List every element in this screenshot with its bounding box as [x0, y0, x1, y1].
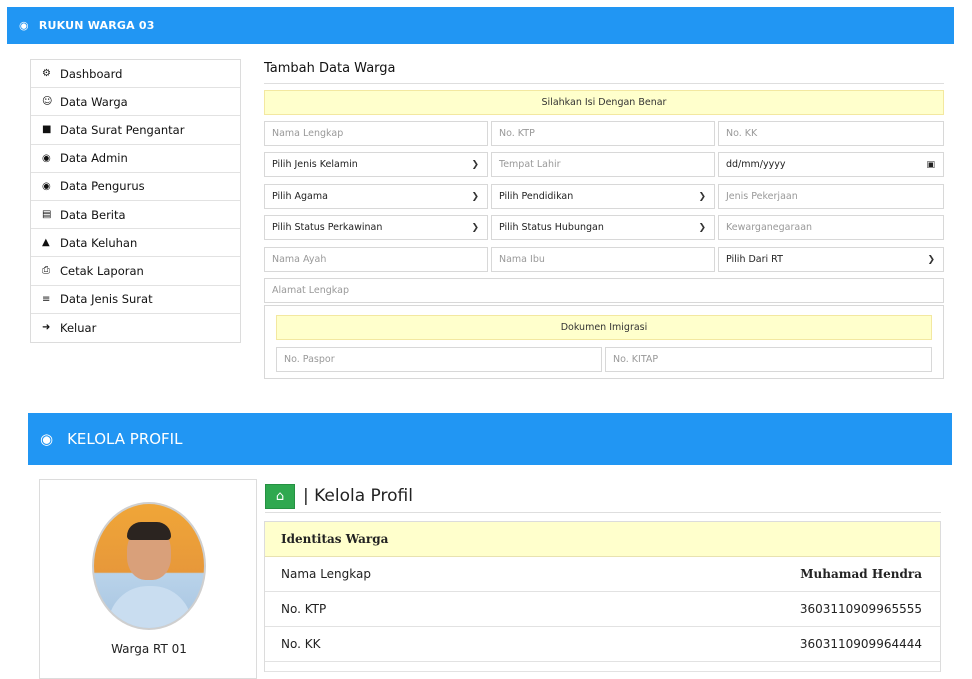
status-hubungan-value: Pilih Status Hubungan — [499, 222, 604, 233]
sidebar-item-data-admin[interactable]: ◉ Data Admin — [31, 145, 240, 173]
sidebar-item-label: Data Jenis Surat — [60, 292, 153, 307]
profile-card: Warga RT 01 — [39, 479, 257, 679]
kelola-profil-title: KELOLA PROFIL — [67, 430, 183, 448]
sidebar: ⚙ Dashboard ☺ Data Warga ■ Data Surat Pe… — [30, 59, 241, 343]
no-kitap-input[interactable]: No. KITAP — [605, 347, 932, 372]
jenis-pekerjaan-input[interactable]: Jenis Pekerjaan — [718, 184, 944, 209]
tempat-lahir-input[interactable]: Tempat Lahir — [491, 152, 715, 177]
chevron-down-icon: ❯ — [927, 254, 935, 265]
sidebar-item-label: Data Pengurus — [60, 179, 145, 194]
chevron-down-icon: ❯ — [471, 159, 479, 170]
sidebar-item-label: Data Berita — [60, 207, 126, 222]
dashboard-icon: ⚙ — [42, 68, 51, 80]
print-icon: ⎙ — [42, 265, 50, 277]
page-title: ⌂ | Kelola Profil — [265, 480, 941, 513]
form-panel: Tambah Data Warga — [264, 59, 944, 84]
user-icon: ☺ — [42, 96, 53, 108]
nama-ayah-input[interactable]: Nama Ayah — [264, 247, 488, 272]
chevron-down-icon: ❯ — [471, 191, 479, 202]
agama-value: Pilih Agama — [272, 191, 328, 202]
calendar-icon[interactable]: ▣ — [926, 160, 935, 170]
home-button[interactable]: ⌂ — [265, 483, 295, 509]
sidebar-item-label: Data Surat Pengantar — [60, 122, 185, 137]
avatar — [92, 502, 206, 630]
dari-rt-value: Pilih Dari RT — [726, 254, 783, 265]
row-label: No. KK — [281, 637, 321, 651]
sidebar-item-data-warga[interactable]: ☺ Data Warga — [31, 88, 240, 117]
chevron-down-icon: ❯ — [698, 191, 706, 202]
status-hubungan-select[interactable]: Pilih Status Hubungan ❯ — [491, 215, 715, 240]
home-icon: ⌂ — [275, 488, 285, 504]
tanggal-lahir-value: dd/mm/yyyy — [726, 159, 786, 170]
sidebar-item-label: Cetak Laporan — [60, 263, 144, 278]
row-value: Muhamad Hendra — [800, 567, 922, 581]
app-title: RUKUN WARGA 03 — [38, 19, 155, 32]
sidebar-item-data-jenis-surat[interactable]: ≡ Data Jenis Surat — [31, 286, 240, 314]
pendidikan-value: Pilih Pendidikan — [499, 191, 574, 202]
user-circle-icon: ◉ — [19, 19, 29, 32]
row-label: Nama Lengkap — [281, 567, 371, 581]
user-circle-icon: ◉ — [42, 152, 51, 164]
status-perkawinan-value: Pilih Status Perkawinan — [272, 222, 383, 233]
kewarganegaraan-input[interactable]: Kewarganegaraan — [718, 215, 944, 240]
sidebar-item-label: Keluar — [60, 320, 97, 335]
dari-rt-select[interactable]: Pilih Dari RT ❯ — [718, 247, 944, 272]
sidebar-item-data-berita[interactable]: ▤ Data Berita — [31, 201, 240, 230]
sidebar-item-label: Data Keluhan — [60, 235, 138, 250]
nama-lengkap-input[interactable]: Nama Lengkap — [264, 121, 488, 146]
sidebar-item-dashboard[interactable]: ⚙ Dashboard — [31, 60, 240, 89]
form-notice: Silahkan Isi Dengan Benar — [264, 90, 944, 115]
pendidikan-select[interactable]: Pilih Pendidikan ❯ — [491, 184, 715, 209]
page-title-text: | Kelola Profil — [303, 486, 413, 506]
role-label: Warga RT 01 — [111, 642, 187, 656]
user-circle-icon: ◉ — [40, 430, 54, 448]
row-value: 3603110909964444 — [799, 637, 922, 651]
tanggal-lahir-input[interactable]: dd/mm/yyyy ▣ — [718, 152, 944, 177]
no-paspor-input[interactable]: No. Paspor — [276, 347, 602, 372]
top-bar: ◉ RUKUN WARGA 03 — [7, 7, 954, 44]
sidebar-item-label: Dashboard — [60, 66, 123, 81]
sidebar-item-data-pengurus[interactable]: ◉ Data Pengurus — [31, 173, 240, 201]
file-icon: ■ — [42, 124, 52, 136]
row-value: 3603110909965555 — [799, 602, 922, 616]
sidebar-item-data-keluhan[interactable]: ▲ Data Keluhan — [31, 229, 240, 258]
row-label: No. KTP — [281, 602, 327, 616]
sidebar-item-label: Data Warga — [60, 94, 128, 109]
sidebar-item-keluar[interactable]: ➜ Keluar — [31, 314, 240, 342]
sidebar-item-cetak-laporan[interactable]: ⎙ Cetak Laporan — [31, 257, 240, 286]
table-row: Nama Lengkap Muhamad Hendra — [265, 557, 940, 592]
form-title: Tambah Data Warga — [264, 59, 944, 84]
chevron-down-icon: ❯ — [471, 222, 479, 233]
agama-select[interactable]: Pilih Agama ❯ — [264, 184, 488, 209]
database-icon: ≡ — [42, 293, 51, 305]
jenis-kelamin-value: Pilih Jenis Kelamin — [272, 159, 358, 170]
table-row: No. KK 3603110909964444 — [265, 627, 940, 662]
kelola-profil-bar: ◉ KELOLA PROFIL — [28, 413, 952, 465]
no-ktp-input[interactable]: No. KTP — [491, 121, 715, 146]
newspaper-icon: ▤ — [42, 209, 52, 221]
sidebar-item-data-surat-pengantar[interactable]: ■ Data Surat Pengantar — [31, 116, 240, 145]
sidebar-item-label: Data Admin — [60, 151, 128, 166]
user-circle-icon: ◉ — [42, 180, 51, 192]
status-perkawinan-select[interactable]: Pilih Status Perkawinan ❯ — [264, 215, 488, 240]
table-row: No. KTP 3603110909965555 — [265, 592, 940, 627]
warning-icon: ▲ — [42, 237, 50, 249]
identitas-table: Identitas Warga Nama Lengkap Muhamad Hen… — [264, 521, 941, 672]
imigrasi-title: Dokumen Imigrasi — [276, 315, 932, 340]
logout-icon: ➜ — [42, 322, 51, 334]
nama-ibu-input[interactable]: Nama Ibu — [491, 247, 715, 272]
no-kk-input[interactable]: No. KK — [718, 121, 944, 146]
table-row — [265, 662, 940, 672]
jenis-kelamin-select[interactable]: Pilih Jenis Kelamin ❯ — [264, 152, 488, 177]
chevron-down-icon: ❯ — [698, 222, 706, 233]
alamat-lengkap-input[interactable]: Alamat Lengkap — [264, 278, 944, 303]
identitas-header: Identitas Warga — [265, 522, 940, 557]
